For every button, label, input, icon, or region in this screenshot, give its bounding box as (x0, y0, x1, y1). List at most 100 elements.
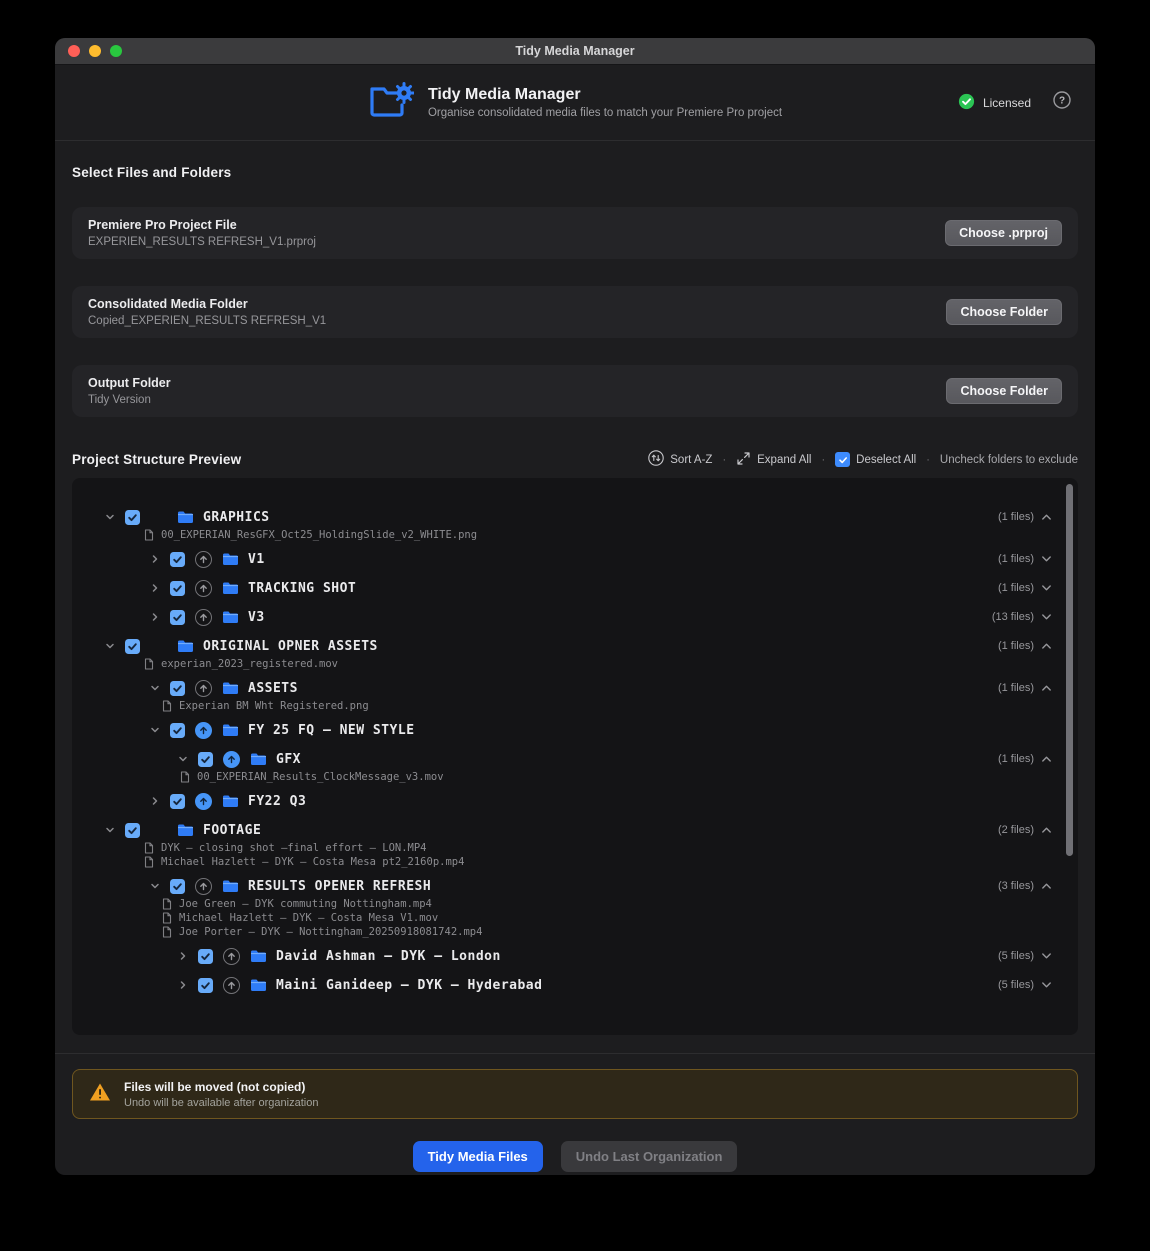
folder-checkbox[interactable] (198, 978, 213, 993)
tree-file-row: DYK — closing shot —final effort — LON.M… (72, 841, 1078, 855)
folder-icon (250, 978, 267, 992)
folder-icon (222, 581, 239, 595)
collapse-files-icon[interactable] (1041, 826, 1052, 834)
expand-files-icon[interactable] (1041, 981, 1052, 989)
promote-up-icon[interactable] (195, 680, 212, 697)
expand-all-label: Expand All (757, 454, 811, 466)
promote-up-icon[interactable] (195, 551, 212, 568)
folder-checkbox[interactable] (170, 794, 185, 809)
chevron-down-icon[interactable] (103, 825, 117, 835)
deselect-all-checkbox[interactable] (835, 452, 850, 467)
promote-up-icon[interactable] (223, 948, 240, 965)
choose-media-folder-button[interactable]: Choose Folder (946, 299, 1062, 325)
folder-checkbox[interactable] (125, 639, 140, 654)
folder-name: RESULTS OPENER REFRESH (248, 879, 431, 894)
collapse-files-icon[interactable] (1041, 755, 1052, 763)
promote-up-icon[interactable] (223, 977, 240, 994)
promote-up-icon[interactable] (223, 751, 240, 768)
collapse-files-icon[interactable] (1041, 642, 1052, 650)
folder-name: Maini Ganideep — DYK — Hyderabad (276, 978, 542, 993)
promote-up-icon[interactable] (195, 878, 212, 895)
expand-files-icon[interactable] (1041, 613, 1052, 621)
collapse-files-icon[interactable] (1041, 684, 1052, 692)
expand-files-icon[interactable] (1041, 952, 1052, 960)
file-count: (1 files) (998, 553, 1034, 565)
folder-checkbox[interactable] (170, 581, 185, 596)
chevron-down-icon[interactable] (176, 754, 190, 764)
folder-icon (222, 681, 239, 695)
toolbar-separator: · (926, 454, 930, 466)
tree-folder-row: ASSETS(1 files) (72, 676, 1078, 700)
sort-az-button[interactable]: Sort A-Z (648, 450, 712, 469)
question-circle-icon[interactable]: ? (1053, 91, 1071, 114)
tree-folder-row: GFX(1 files) (72, 747, 1078, 771)
chevron-right-icon[interactable] (176, 980, 190, 990)
app-subtitle: Organise consolidated media files to mat… (428, 107, 782, 119)
uncheck-hint: Uncheck folders to exclude (940, 454, 1078, 466)
folder-checkbox[interactable] (170, 552, 185, 567)
chevron-down-icon[interactable] (103, 512, 117, 522)
titlebar: Tidy Media Manager (55, 38, 1095, 65)
warning-title: Files will be moved (not copied) (124, 1080, 318, 1094)
collapse-files-icon[interactable] (1041, 513, 1052, 521)
folder-checkbox[interactable] (198, 949, 213, 964)
project-file-label: Premiere Pro Project File (88, 218, 316, 232)
tree-file-row: Joe Porter — DYK — Nottingham_2025091808… (72, 925, 1078, 939)
folder-name: FY 25 FQ — NEW STYLE (248, 723, 415, 738)
sort-az-label: Sort A-Z (670, 454, 712, 466)
choose-output-folder-button[interactable]: Choose Folder (946, 378, 1062, 404)
chevron-right-icon[interactable] (148, 554, 162, 564)
tree-folder-row: V3(13 files) (72, 605, 1078, 629)
file-count: (3 files) (998, 880, 1034, 892)
chevron-down-icon[interactable] (148, 683, 162, 693)
move-warning-banner: Files will be moved (not copied) Undo wi… (72, 1069, 1078, 1119)
folder-checkbox[interactable] (170, 879, 185, 894)
file-count: (2 files) (998, 824, 1034, 836)
chevron-down-icon[interactable] (148, 725, 162, 735)
choose-prproj-button[interactable]: Choose .prproj (945, 220, 1062, 246)
folder-checkbox[interactable] (198, 752, 213, 767)
promote-up-icon[interactable] (195, 722, 212, 739)
warning-subtitle: Undo will be available after organizatio… (124, 1097, 318, 1109)
app-window: Tidy Media Manager (55, 38, 1095, 1175)
folder-checkbox[interactable] (125, 510, 140, 525)
chevron-down-icon[interactable] (103, 641, 117, 651)
folder-icon (222, 794, 239, 808)
tree-folder-row: GRAPHICS(1 files) (72, 505, 1078, 529)
chevron-right-icon[interactable] (176, 951, 190, 961)
folder-checkbox[interactable] (170, 610, 185, 625)
tree-folder-row: TRACKING SHOT(1 files) (72, 576, 1078, 600)
file-count: (5 files) (998, 979, 1034, 991)
folder-icon (177, 510, 194, 524)
chevron-right-icon[interactable] (148, 796, 162, 806)
promote-up-icon[interactable] (195, 609, 212, 626)
folder-name: GRAPHICS (203, 510, 270, 525)
file-name: Michael Hazlett — DYK — Costa Mesa V1.mo… (179, 912, 438, 924)
undo-last-organization-button[interactable]: Undo Last Organization (561, 1141, 738, 1172)
folder-icon (222, 610, 239, 624)
expand-files-icon[interactable] (1041, 584, 1052, 592)
deselect-all-toggle[interactable]: Deselect All (835, 452, 916, 467)
chevron-right-icon[interactable] (148, 583, 162, 593)
chevron-down-icon[interactable] (148, 881, 162, 891)
expand-all-button[interactable]: Expand All (736, 451, 811, 469)
file-count: (5 files) (998, 950, 1034, 962)
folder-name: V1 (248, 552, 265, 567)
folder-name: ASSETS (248, 681, 298, 696)
file-icon (144, 842, 154, 854)
folder-checkbox[interactable] (125, 823, 140, 838)
tidy-media-files-button[interactable]: Tidy Media Files (413, 1141, 543, 1172)
folder-name: David Ashman — DYK — London (276, 949, 501, 964)
collapse-files-icon[interactable] (1041, 882, 1052, 890)
chevron-right-icon[interactable] (148, 612, 162, 622)
expand-files-icon[interactable] (1041, 555, 1052, 563)
tree-scrollbar-thumb[interactable] (1066, 484, 1073, 856)
folder-checkbox[interactable] (170, 723, 185, 738)
sort-arrows-icon (648, 450, 664, 469)
folder-checkbox[interactable] (170, 681, 185, 696)
tree-file-row: Michael Hazlett — DYK — Costa Mesa pt2_2… (72, 855, 1078, 869)
tree-folder-row: FY 25 FQ — NEW STYLE (72, 718, 1078, 742)
promote-up-icon[interactable] (195, 793, 212, 810)
promote-up-icon[interactable] (195, 580, 212, 597)
window-title: Tidy Media Manager (55, 44, 1095, 58)
